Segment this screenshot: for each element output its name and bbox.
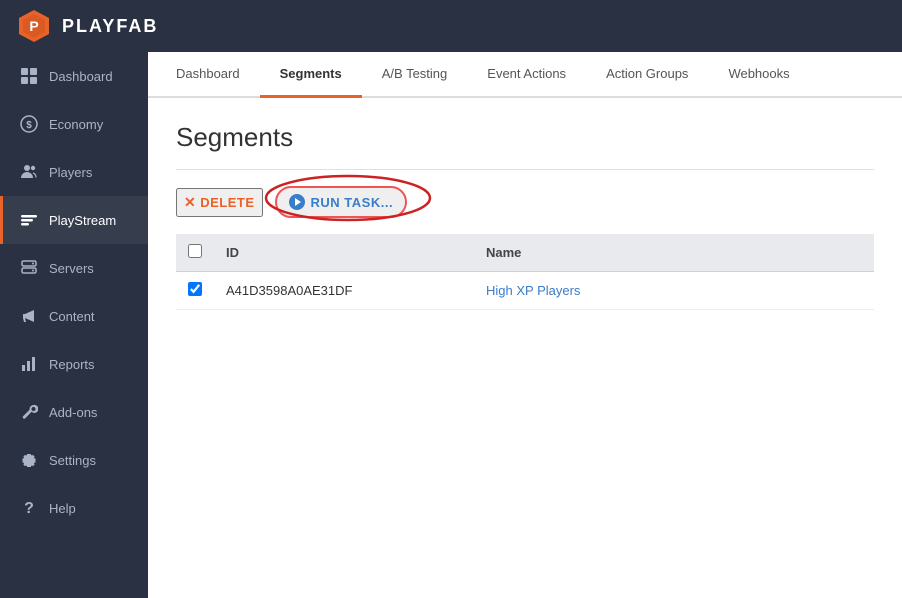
main-layout: Dashboard $ Economy Players [0,52,902,598]
sidebar-label-content: Content [49,309,95,324]
x-icon: ✕ [184,194,196,211]
sidebar-label-economy: Economy [49,117,103,132]
row-checkbox[interactable] [188,282,202,296]
sidebar-item-playstream[interactable]: PlayStream [0,196,148,244]
table-row: A41D3598A0AE31DF High XP Players [176,272,874,310]
question-icon: ? [19,498,39,518]
row-id: A41D3598A0AE31DF [214,272,474,310]
tab-bar: Dashboard Segments A/B Testing Event Act… [148,52,902,98]
sidebar-item-addons[interactable]: Add-ons [0,388,148,436]
sidebar-label-dashboard: Dashboard [49,69,113,84]
tab-dashboard[interactable]: Dashboard [156,52,260,98]
gear-icon [19,450,39,470]
col-header-id: ID [214,234,474,272]
people-icon [19,162,39,182]
play-icon [289,194,305,210]
sidebar-label-help: Help [49,501,76,516]
sidebar-item-players[interactable]: Players [0,148,148,196]
svg-text:?: ? [24,500,34,517]
row-checkbox-cell [176,272,214,310]
divider [176,169,874,170]
server-icon [19,258,39,278]
playfab-logo-icon: P [16,8,52,44]
logo-area: P PLAYFAB [16,8,158,44]
tab-eventactions[interactable]: Event Actions [467,52,586,98]
coin-icon: $ [19,114,39,134]
sidebar-label-servers: Servers [49,261,94,276]
sidebar-item-servers[interactable]: Servers [0,244,148,292]
row-name: High XP Players [474,272,874,310]
wrench-icon [19,402,39,422]
tab-abtesting[interactable]: A/B Testing [362,52,468,98]
sidebar-item-content[interactable]: Content [0,292,148,340]
page-content: Segments ✕ DELETE RUN TASK... [148,98,902,598]
select-all-checkbox[interactable] [188,244,202,258]
col-header-name: Name [474,234,874,272]
sidebar-label-addons: Add-ons [49,405,97,420]
col-header-checkbox [176,234,214,272]
stream-icon [19,210,39,230]
chart-icon [19,354,39,374]
sidebar-label-players: Players [49,165,92,180]
sidebar-item-help[interactable]: ? Help [0,484,148,532]
sidebar-item-economy[interactable]: $ Economy [0,100,148,148]
tab-actiongroups[interactable]: Action Groups [586,52,708,98]
sidebar-label-settings: Settings [49,453,96,468]
sidebar-item-dashboard[interactable]: Dashboard [0,52,148,100]
svg-text:$: $ [26,120,32,131]
segments-table: ID Name A41D3598A0AE31DF High XP Players [176,234,874,310]
table-header-row: ID Name [176,234,874,272]
logo-text: PLAYFAB [62,16,158,37]
segment-name-link[interactable]: High XP Players [486,283,580,298]
run-task-button[interactable]: RUN TASK... [275,186,408,218]
sidebar-item-reports[interactable]: Reports [0,340,148,388]
megaphone-icon [19,306,39,326]
top-header: P PLAYFAB [0,0,902,52]
grid-icon [19,66,39,86]
tab-segments[interactable]: Segments [260,52,362,98]
run-task-wrapper: RUN TASK... [275,186,408,218]
content-area: Dashboard Segments A/B Testing Event Act… [148,52,902,598]
page-title: Segments [176,122,874,153]
sidebar-item-settings[interactable]: Settings [0,436,148,484]
sidebar-label-playstream: PlayStream [49,213,116,228]
sidebar: Dashboard $ Economy Players [0,52,148,598]
action-bar: ✕ DELETE RUN TASK... [176,186,874,218]
delete-button[interactable]: ✕ DELETE [176,188,263,217]
tab-webhooks[interactable]: Webhooks [708,52,809,98]
svg-text:P: P [29,18,38,34]
sidebar-label-reports: Reports [49,357,95,372]
